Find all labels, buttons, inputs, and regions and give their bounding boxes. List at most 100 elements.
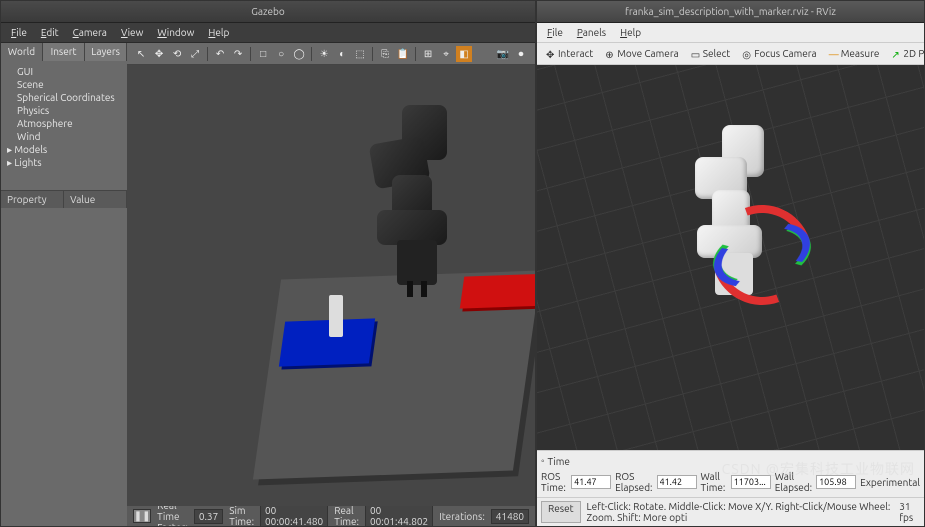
property-body xyxy=(1,208,127,526)
tree-models[interactable]: ▸ Models xyxy=(7,143,121,156)
simtime-label: Sim Time: xyxy=(229,505,254,526)
sidepanel-tabs: World Insert Layers xyxy=(1,43,127,61)
tab-world[interactable]: World xyxy=(1,43,43,61)
scale-icon[interactable]: ⤢ xyxy=(187,46,203,62)
magnet-icon[interactable]: ⌖ xyxy=(438,46,454,62)
wall-elapsed-label: Wall Elapsed: xyxy=(775,471,812,493)
cursor-icon[interactable]: ↖ xyxy=(133,46,149,62)
gazebo-window: Gazebo File Edit Camera View Window Help… xyxy=(0,0,536,527)
gazebo-3d-scene[interactable] xyxy=(127,65,535,506)
iterations-label: Iterations: xyxy=(439,511,485,522)
blue-block[interactable] xyxy=(279,318,375,366)
menu-file[interactable]: File xyxy=(5,25,33,40)
interact-button[interactable]: ✥Interact xyxy=(541,45,598,62)
tree-item[interactable]: Scene xyxy=(7,78,121,91)
robot-arm-dark[interactable] xyxy=(342,105,492,295)
light-icon[interactable]: ☀ xyxy=(316,46,332,62)
experimental-label: Experimental xyxy=(860,477,920,488)
sphere-icon[interactable]: ○ xyxy=(273,46,289,62)
ros-elapsed-field[interactable] xyxy=(657,475,697,489)
redo-icon[interactable]: ↷ xyxy=(230,46,246,62)
rviz-titlebar[interactable]: franka_sim_description_with_marker.rviz … xyxy=(537,1,924,23)
rviz-title: franka_sim_description_with_marker.rviz … xyxy=(625,6,836,17)
gazebo-titlebar[interactable]: Gazebo xyxy=(1,1,535,23)
rotate-icon[interactable]: ⟲ xyxy=(169,46,185,62)
time-header[interactable]: ◦ Time xyxy=(541,453,920,469)
camera-icon[interactable]: 📷 xyxy=(495,46,511,62)
move-camera-button[interactable]: ⊕Move Camera xyxy=(600,45,684,62)
gazebo-toolbar: ↖ ✥ ⟲ ⤢ ↶ ↷ □ ○ ◯ ☀ ◐ ⬚ ⎘ 📋 ⊞ ⌖ xyxy=(127,43,535,65)
menu-camera[interactable]: Camera xyxy=(67,25,113,40)
rviz-menubar: File Panels Help xyxy=(537,23,924,43)
focus-camera-button[interactable]: ◎Focus Camera xyxy=(737,45,821,62)
rviz-toolbar: ✥Interact ⊕Move Camera ▭Select ◎Focus Ca… xyxy=(537,43,924,65)
separator xyxy=(311,47,312,61)
tab-layers[interactable]: Layers xyxy=(85,43,127,61)
time-panel: ◦ Time ROS Time: ROS Elapsed: Wall Time:… xyxy=(537,450,924,497)
menu-view[interactable]: View xyxy=(115,25,149,40)
reset-button[interactable]: Reset xyxy=(541,501,581,523)
pose-estimate-button[interactable]: ↗2D Pose Estimate xyxy=(886,45,925,62)
separator xyxy=(372,47,373,61)
paste-icon[interactable]: 📋 xyxy=(395,46,411,62)
wall-time-field[interactable] xyxy=(731,475,771,489)
box-icon[interactable]: □ xyxy=(255,46,271,62)
ros-time-field[interactable] xyxy=(571,475,611,489)
focus-icon: ◎ xyxy=(742,49,752,59)
rv-menu-file[interactable]: File xyxy=(541,25,569,40)
arrow-icon: ↗ xyxy=(891,49,901,59)
rv-menu-help[interactable]: Help xyxy=(614,25,647,40)
iterations-value: 41480 xyxy=(491,509,529,524)
tree-item[interactable]: Physics xyxy=(7,104,121,117)
rviz-3d-view[interactable] xyxy=(537,65,924,450)
select-button[interactable]: ▭Select xyxy=(686,45,735,62)
ros-time-label: ROS Time: xyxy=(541,471,567,493)
camera-icon: ⊕ xyxy=(605,49,615,59)
wall-time-label: Wall Time: xyxy=(701,471,727,493)
measure-button[interactable]: —Measure xyxy=(824,45,885,62)
rv-menu-panels[interactable]: Panels xyxy=(571,25,612,40)
menu-help[interactable]: Help xyxy=(202,25,235,40)
world-tree[interactable]: GUI Scene Spherical Coordinates Physics … xyxy=(1,61,127,191)
copy-icon[interactable]: ⎘ xyxy=(377,46,393,62)
cylinder-icon[interactable]: ◯ xyxy=(291,46,307,62)
move-icon[interactable]: ✥ xyxy=(151,46,167,62)
rviz-statusbar: Reset Left-Click: Rotate. Middle-Click: … xyxy=(537,497,924,526)
wall-elapsed-field[interactable] xyxy=(816,475,856,489)
record-icon[interactable]: ⏺ xyxy=(513,46,529,62)
pause-button[interactable]: ❚❚ xyxy=(133,509,151,523)
tree-item[interactable]: GUI xyxy=(7,65,121,78)
menu-edit[interactable]: Edit xyxy=(35,25,65,40)
gazebo-sidepanel: World Insert Layers GUI Scene Spherical … xyxy=(1,43,127,526)
rviz-window: franka_sim_description_with_marker.rviz … xyxy=(536,0,925,527)
property-header: Property Value xyxy=(1,191,127,208)
tab-insert[interactable]: Insert xyxy=(43,43,85,61)
gazebo-viewport-pane: ↖ ✥ ⟲ ⤢ ↶ ↷ □ ○ ◯ ☀ ◐ ⬚ ⎘ 📋 ⊞ ⌖ xyxy=(127,43,535,526)
tree-lights[interactable]: ▸ Lights xyxy=(7,156,121,169)
select-icon: ▭ xyxy=(691,49,701,59)
fps-value: 31 fps xyxy=(899,501,920,523)
gazebo-title: Gazebo xyxy=(251,6,285,17)
selected-tool-icon[interactable]: ◧ xyxy=(456,46,472,62)
ros-elapsed-label: ROS Elapsed: xyxy=(615,471,652,493)
dirlight-icon[interactable]: ⬚ xyxy=(352,46,368,62)
snap-icon[interactable]: ⊞ xyxy=(420,46,436,62)
col-property: Property xyxy=(1,191,64,208)
gripper xyxy=(397,240,437,285)
tree-item[interactable]: Spherical Coordinates xyxy=(7,91,121,104)
realtime-value: 00 00:01:44.802 xyxy=(365,503,433,526)
ruler-icon: — xyxy=(829,49,839,59)
mouse-hints: Left-Click: Rotate. Middle-Click: Move X… xyxy=(587,501,894,523)
tree-item[interactable]: Atmosphere xyxy=(7,117,121,130)
interact-icon: ✥ xyxy=(546,49,556,59)
tree-item[interactable]: Wind xyxy=(7,130,121,143)
cylinder-object[interactable] xyxy=(329,295,343,337)
interactive-marker[interactable] xyxy=(712,205,832,325)
separator xyxy=(207,47,208,61)
menu-window[interactable]: Window xyxy=(151,25,200,40)
realtime-label: Real Time: xyxy=(334,505,359,526)
undo-icon[interactable]: ↶ xyxy=(212,46,228,62)
simtime-value: 00 00:00:41.480 xyxy=(260,503,328,526)
gazebo-statusbar: ❚❚ Real Time Factor: 0.37 Sim Time: 00 0… xyxy=(127,506,535,526)
spotlight-icon[interactable]: ◐ xyxy=(334,46,350,62)
